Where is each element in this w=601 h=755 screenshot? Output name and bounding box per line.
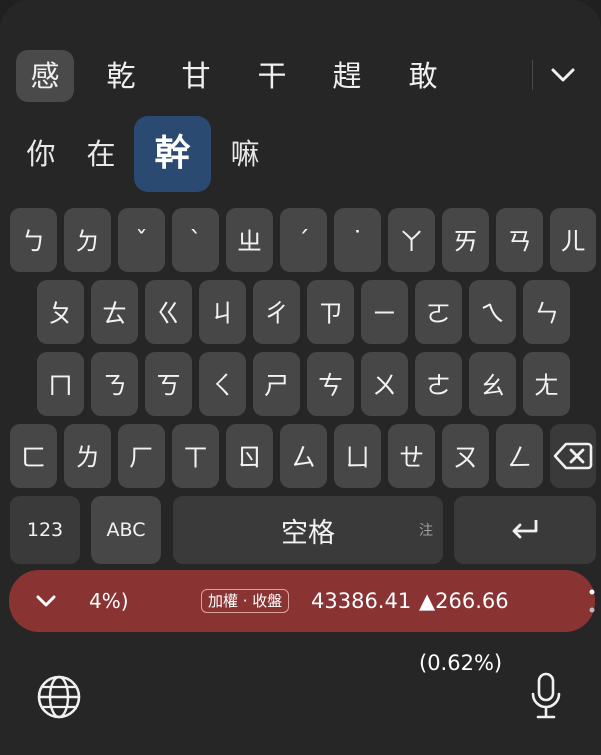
key-bopomofo[interactable]: ㄝ xyxy=(388,424,435,488)
key-bopomofo[interactable]: ㄙ xyxy=(280,424,327,488)
key-bopomofo[interactable]: ㄈ xyxy=(10,424,57,488)
key-tone[interactable]: ˙ xyxy=(334,208,381,272)
ticker-value: 43386.41 xyxy=(311,589,412,613)
composing-char-highlighted[interactable]: 幹 xyxy=(134,116,211,192)
key-bopomofo[interactable]: ㄔ xyxy=(253,280,300,344)
key-tone[interactable]: ˊ xyxy=(280,208,327,272)
keyboard-panel: 感 乾 甘 干 趕 敢 你 在 幹 嘛 ㄅ ㄉ ˇ ˋ ㄓ ˊ ˙ ㄚ ㄞ ㄢ … xyxy=(0,0,601,755)
key-bopomofo[interactable]: ㄡ xyxy=(442,424,489,488)
candidate-item[interactable]: 趕 xyxy=(318,50,376,102)
candidate-item[interactable]: 干 xyxy=(243,50,301,102)
key-bopomofo[interactable]: ㄨ xyxy=(361,352,408,416)
composing-char[interactable]: 你 xyxy=(18,116,64,192)
key-bopomofo[interactable]: ㄇ xyxy=(37,352,84,416)
backspace-icon xyxy=(553,441,593,471)
stock-ticker-bar[interactable]: 4%) 加權 · 收盤 43386.41 ▲266.66 (0.62%) xyxy=(9,570,595,675)
key-bopomofo[interactable]: ㄏ xyxy=(118,424,165,488)
composing-char[interactable]: 在 xyxy=(78,116,124,192)
key-bopomofo[interactable]: ㄟ xyxy=(469,280,516,344)
key-bopomofo[interactable]: ㄋ xyxy=(91,352,138,416)
key-bopomofo[interactable]: ㄣ xyxy=(523,280,570,344)
key-bopomofo[interactable]: ㄘ xyxy=(307,352,354,416)
candidate-item[interactable]: 乾 xyxy=(92,50,150,102)
key-bopomofo[interactable]: ㄑ xyxy=(199,352,246,416)
ticker-change: ▲266.66 (0.62%) xyxy=(419,589,509,675)
space-key[interactable]: 空格 注 xyxy=(173,496,443,564)
key-bopomofo[interactable]: ㄞ xyxy=(442,208,489,272)
key-bopomofo[interactable]: ㄗ xyxy=(307,280,354,344)
more-icon[interactable] xyxy=(589,588,595,614)
key-bopomofo[interactable]: ㄓ xyxy=(226,208,273,272)
enter-icon xyxy=(509,517,541,543)
key-bopomofo[interactable]: ㄌ xyxy=(64,424,111,488)
key-bopomofo[interactable]: ㄠ xyxy=(469,352,516,416)
key-bopomofo[interactable]: ㄕ xyxy=(253,352,300,416)
key-bopomofo[interactable]: ㄚ xyxy=(388,208,435,272)
microphone-icon[interactable] xyxy=(528,672,564,720)
key-bopomofo[interactable]: ㄆ xyxy=(37,280,84,344)
chevron-down-icon[interactable] xyxy=(33,588,59,614)
candidate-bar: 感 乾 甘 干 趕 敢 xyxy=(0,46,601,104)
key-bopomofo[interactable]: ㄉ xyxy=(64,208,111,272)
key-bopomofo[interactable]: ㄅ xyxy=(10,208,57,272)
key-bopomofo[interactable]: ㄥ xyxy=(496,424,543,488)
candidate-item[interactable]: 甘 xyxy=(167,50,225,102)
key-bopomofo[interactable]: ㄖ xyxy=(226,424,273,488)
key-bopomofo[interactable]: ㄧ xyxy=(361,280,408,344)
composing-char[interactable]: 嘛 xyxy=(222,116,268,192)
numbers-key[interactable]: 123 xyxy=(10,496,80,564)
key-bopomofo[interactable]: ㄎ xyxy=(145,352,192,416)
candidate-divider xyxy=(532,60,533,90)
key-bopomofo[interactable]: ㄤ xyxy=(523,352,570,416)
key-bopomofo[interactable]: ㄦ xyxy=(550,208,596,272)
key-tone[interactable]: ˇ xyxy=(118,208,165,272)
key-bopomofo[interactable]: ㄒ xyxy=(172,424,219,488)
key-bopomofo[interactable]: ㄍ xyxy=(145,280,192,344)
key-bopomofo[interactable]: ㄩ xyxy=(334,424,381,488)
candidate-item[interactable]: 感 xyxy=(16,50,74,102)
enter-key[interactable] xyxy=(454,496,596,564)
ticker-badge: 加權 · 收盤 xyxy=(201,589,290,613)
globe-icon[interactable] xyxy=(36,674,82,720)
expand-candidates-icon[interactable] xyxy=(546,60,580,90)
space-key-label: 空格 xyxy=(281,517,335,549)
candidate-item[interactable]: 敢 xyxy=(394,50,452,102)
key-bopomofo[interactable]: ㄢ xyxy=(496,208,543,272)
key-bopomofo[interactable]: ㄊ xyxy=(91,280,138,344)
key-bopomofo[interactable]: ㄜ xyxy=(415,352,462,416)
abc-key[interactable]: ABC xyxy=(91,496,161,564)
ticker-percent-fragment: 4%) xyxy=(89,589,129,613)
key-bopomofo[interactable]: ㄛ xyxy=(415,280,462,344)
key-tone[interactable]: ˋ xyxy=(172,208,219,272)
key-bopomofo[interactable]: ㄐ xyxy=(199,280,246,344)
space-key-sub: 注 xyxy=(419,523,433,539)
backspace-key[interactable] xyxy=(550,424,596,488)
